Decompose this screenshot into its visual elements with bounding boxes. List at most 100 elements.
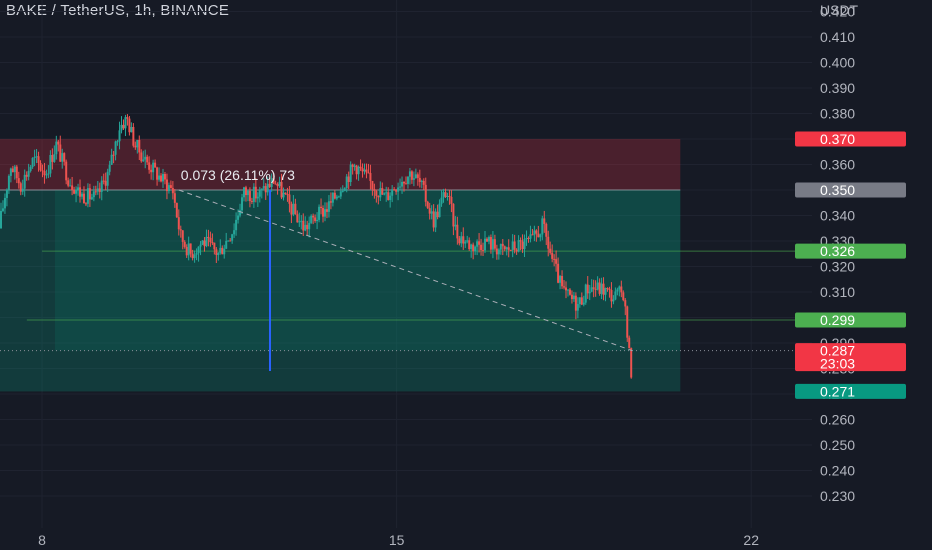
candle-body: [128, 118, 131, 133]
candle-body: [424, 184, 427, 202]
candle-body: [252, 186, 255, 202]
candle-body: [432, 211, 435, 228]
candle-body: [529, 234, 532, 239]
candle-body: [280, 181, 283, 198]
candle-body: [624, 300, 627, 307]
candle-body: [408, 171, 411, 177]
candle-body: [428, 208, 431, 214]
candle-body: [501, 243, 504, 247]
candle-body: [476, 241, 479, 247]
candle-body: [244, 187, 247, 196]
candle-body: [325, 209, 328, 212]
candle-body: [555, 259, 558, 264]
candle-body: [33, 156, 36, 158]
candle-body: [102, 180, 105, 182]
candle-body: [316, 219, 319, 222]
y-tick-label: 0.360: [820, 156, 855, 172]
price-chart[interactable]: 0.073 (26.11%) 73USDT0.4200.4100.4000.39…: [0, 0, 932, 550]
candle-body: [399, 186, 402, 188]
candle-body: [339, 191, 342, 197]
candle-body: [187, 243, 190, 256]
candle-body: [199, 244, 202, 247]
candle-body: [118, 130, 121, 142]
candle-body: [598, 282, 601, 294]
candle-body: [274, 183, 277, 185]
candle-body: [470, 244, 473, 250]
price-badge-label: 0.370: [820, 131, 855, 147]
candle-body: [401, 181, 404, 187]
candle-body: [535, 230, 538, 234]
candle-body: [175, 202, 178, 218]
candle-body: [13, 166, 16, 173]
candle-body: [306, 224, 309, 230]
candle-body: [472, 244, 475, 252]
candle-body: [75, 189, 78, 194]
candle-body: [491, 239, 494, 250]
candle-body: [205, 236, 208, 247]
candle-body: [580, 297, 583, 305]
candle-body: [381, 188, 384, 195]
candle-body: [460, 236, 463, 244]
candle-body: [541, 218, 544, 235]
candle-body: [578, 297, 581, 305]
candle-body: [79, 187, 82, 197]
candle-body: [525, 237, 528, 240]
candle-body: [464, 241, 467, 244]
candle-body: [197, 246, 200, 254]
candle-body: [480, 244, 483, 251]
candle-body: [219, 247, 222, 253]
candle-body: [3, 197, 6, 209]
candle-body: [373, 189, 376, 191]
candle-body: [436, 211, 439, 218]
candle-body: [397, 187, 400, 192]
candle-body: [588, 291, 591, 294]
candle-body: [191, 253, 194, 259]
candle-body: [9, 168, 12, 176]
candle-body: [59, 144, 62, 162]
candle-body: [418, 177, 421, 182]
candle-body: [499, 243, 502, 250]
candle-body: [574, 295, 577, 311]
candle-body: [484, 238, 487, 251]
candle-body: [94, 191, 97, 193]
candle-body: [416, 174, 419, 178]
candle-body: [179, 229, 182, 231]
y-tick-label: 0.390: [820, 80, 855, 96]
candle-body: [454, 224, 457, 227]
x-tick-label: 22: [743, 532, 759, 548]
candle-body: [420, 180, 423, 182]
candle-body: [537, 233, 540, 238]
candle-body: [626, 306, 629, 338]
candle-body: [563, 286, 566, 288]
candle-body: [422, 180, 425, 185]
candle-body: [414, 174, 417, 179]
price-badge-label: 0.326: [820, 243, 855, 259]
y-tick-label: 0.320: [820, 258, 855, 274]
candle-body: [412, 178, 415, 180]
candle-body: [248, 190, 251, 201]
candle-body: [610, 290, 613, 302]
candle-body: [229, 240, 232, 242]
candle-body: [146, 156, 149, 163]
candle-body: [53, 154, 56, 162]
candle-body: [134, 145, 137, 148]
candle-body: [474, 246, 477, 252]
candle-body: [142, 159, 145, 162]
candle-body: [513, 241, 516, 250]
candle-body: [158, 175, 161, 180]
candle-body: [201, 240, 204, 245]
candle-body: [100, 180, 103, 192]
candle-body: [582, 302, 585, 305]
candle-body: [438, 203, 441, 218]
candle-body: [23, 174, 26, 189]
candle-body: [503, 246, 506, 250]
candle-body: [442, 192, 445, 198]
y-tick-label: 0.240: [820, 462, 855, 478]
candle-body: [207, 236, 210, 238]
price-badge-label: 0.299: [820, 312, 855, 328]
candle-body: [539, 234, 542, 238]
candle-body: [450, 196, 453, 204]
candle-body: [466, 240, 469, 242]
candle-body: [444, 192, 447, 197]
candle-body: [29, 166, 32, 171]
